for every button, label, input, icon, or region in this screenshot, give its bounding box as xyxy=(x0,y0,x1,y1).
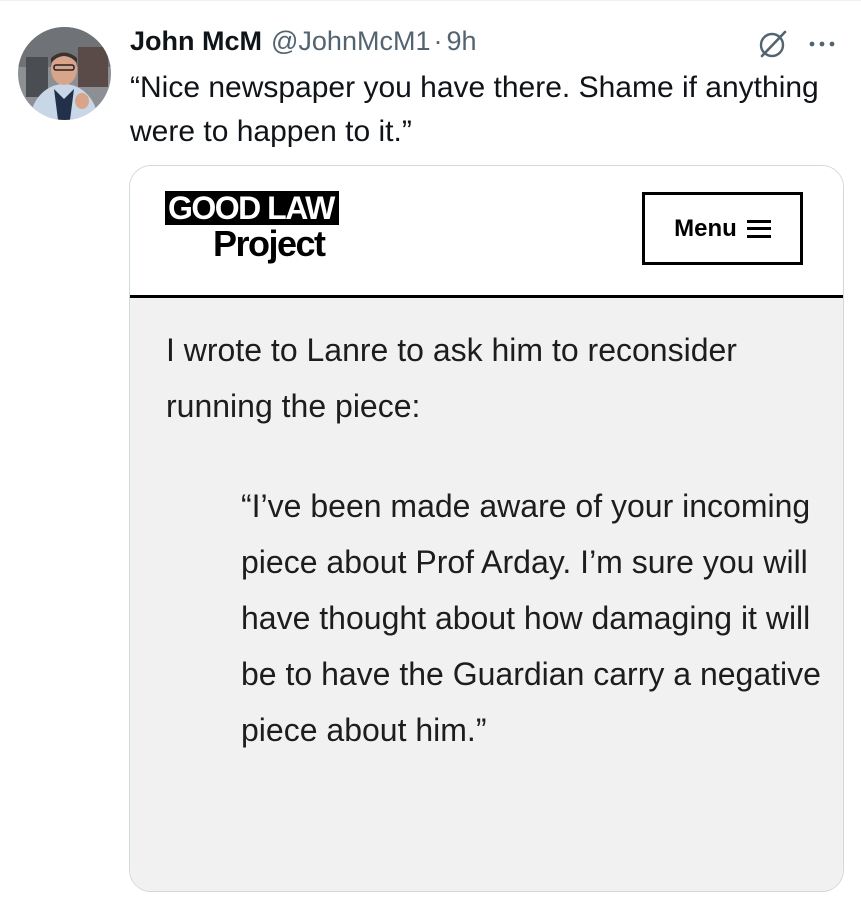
site-header: GOOD LAW Project Menu xyxy=(130,166,843,296)
menu-label: Menu xyxy=(674,214,737,242)
grok-icon[interactable] xyxy=(757,28,789,60)
tweet-header: John McM @JohnMcM1 · 9h xyxy=(130,24,477,58)
avatar-photo xyxy=(18,27,111,120)
hamburger-icon xyxy=(746,219,771,238)
embedded-image-card[interactable]: GOOD LAW Project Menu I wrote to Lanre t… xyxy=(129,165,844,892)
logo-line-1: GOOD LAW xyxy=(165,191,339,225)
article-quote: “I’ve been made aware of your incoming p… xyxy=(241,488,821,748)
author-name[interactable]: John McM xyxy=(130,26,262,57)
article-body: I wrote to Lanre to ask him to reconside… xyxy=(130,298,843,891)
author-handle[interactable]: @JohnMcM1 xyxy=(271,26,430,57)
avatar[interactable] xyxy=(18,27,111,120)
tweet-timestamp[interactable]: 9h xyxy=(446,26,476,57)
article-intro: I wrote to Lanre to ask him to reconside… xyxy=(166,332,737,424)
logo-line-2: Project xyxy=(213,223,326,264)
more-options-icon[interactable] xyxy=(806,30,838,58)
good-law-project-logo: GOOD LAW Project xyxy=(165,191,339,263)
top-divider xyxy=(0,0,861,1)
separator-dot: · xyxy=(433,25,443,56)
tweet-text: “Nice newspaper you have there. Shame if… xyxy=(130,71,819,148)
site-menu-button: Menu xyxy=(642,192,803,265)
